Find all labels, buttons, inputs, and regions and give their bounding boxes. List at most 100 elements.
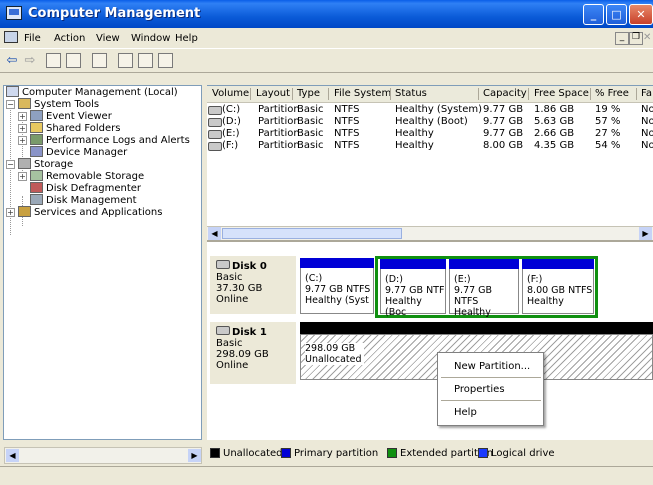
col-status[interactable]: Status	[395, 88, 427, 102]
col-capacity[interactable]: Capacity	[483, 88, 527, 102]
export-icon[interactable]	[158, 53, 173, 68]
tree-item-services[interactable]: Services and Applications	[18, 206, 162, 218]
col-file-system[interactable]: File System	[334, 88, 391, 102]
mdi-controls: _ ❐ ✕	[613, 30, 653, 46]
legend-swatch	[478, 448, 488, 458]
menu-action[interactable]: Action	[54, 33, 85, 44]
legend-swatch	[281, 448, 291, 458]
collapse-icon[interactable]: −	[6, 160, 15, 169]
cell-layout: Partition	[258, 140, 300, 151]
cell-pct: 57 %	[595, 116, 621, 127]
menu-file[interactable]: File	[24, 33, 41, 44]
tree-item-system-tools[interactable]: System Tools	[18, 98, 99, 110]
app-menu-icon[interactable]	[4, 31, 18, 43]
help-icon[interactable]	[92, 53, 107, 68]
cell-volume[interactable]: (E:)	[222, 128, 240, 139]
col-fault-tolerance[interactable]: Fa	[641, 88, 652, 102]
legend-swatch	[387, 448, 397, 458]
removable-storage-icon	[30, 170, 43, 181]
col-volume[interactable]: Volume	[212, 88, 249, 102]
cell-free: 2.66 GB	[534, 128, 575, 139]
tree-item-device-manager[interactable]: Device Manager	[30, 146, 127, 158]
cell-fs: NTFS	[334, 128, 360, 139]
scroll-right-icon[interactable]: ▶	[188, 449, 201, 462]
tree-item-removable-storage[interactable]: Removable Storage	[30, 170, 144, 182]
defragmenter-icon	[30, 182, 43, 193]
mdi-restore-icon[interactable]: ❐	[629, 32, 643, 45]
menu-view[interactable]: View	[96, 33, 120, 44]
expand-icon[interactable]: +	[18, 136, 27, 145]
expand-icon[interactable]: +	[18, 112, 27, 121]
cell-status: Healthy (Boot)	[395, 116, 468, 127]
disk-management-icon	[30, 194, 43, 205]
cell-type: Basic	[297, 104, 324, 115]
up-folder-icon[interactable]	[46, 53, 61, 68]
cell-pct: 19 %	[595, 104, 621, 115]
tree-item-event-viewer[interactable]: Event Viewer	[30, 110, 112, 122]
show-hide-tree-icon[interactable]	[66, 53, 81, 68]
menu-window[interactable]: Window	[131, 33, 170, 44]
disk1-label[interactable]: Disk 1 Basic 298.09 GB Online	[210, 322, 296, 384]
cell-volume[interactable]: (F:)	[222, 140, 238, 151]
cell-free: 1.86 GB	[534, 104, 575, 115]
refresh-icon[interactable]	[118, 53, 133, 68]
cell-fs: NTFS	[334, 140, 360, 151]
close-icon: ✕	[636, 8, 646, 21]
tree-item-storage[interactable]: Storage	[18, 158, 73, 170]
collapse-icon[interactable]: −	[6, 100, 15, 109]
tree-item-performance-logs[interactable]: Performance Logs and Alerts	[30, 134, 190, 146]
mdi-close-icon[interactable]: ✕	[643, 32, 653, 43]
properties-icon[interactable]	[138, 53, 153, 68]
cell-capacity: 9.77 GB	[483, 128, 524, 139]
scroll-left-icon[interactable]: ◀	[208, 227, 221, 240]
col-percent-free[interactable]: % Free	[595, 88, 629, 102]
close-button[interactable]: ✕	[629, 4, 653, 25]
expand-icon[interactable]: +	[18, 172, 27, 181]
computer-management-icon	[6, 6, 22, 20]
tree-item-disk-management[interactable]: Disk Management	[30, 194, 137, 206]
menu-item-new-partition[interactable]: New Partition...	[454, 361, 530, 372]
menu-help[interactable]: Help	[175, 33, 198, 44]
expand-icon[interactable]: +	[6, 208, 15, 217]
cell-fa: No	[641, 116, 653, 127]
partition-e[interactable]: (E:) 9.77 GB NTFS Healthy	[449, 259, 519, 318]
cell-status: Healthy	[395, 128, 434, 139]
tree-item-root[interactable]: Computer Management (Local)	[6, 86, 178, 98]
tree-item-disk-defragmenter[interactable]: Disk Defragmenter	[30, 182, 141, 194]
cell-volume[interactable]: (C:)	[222, 104, 240, 115]
cell-volume[interactable]: (D:)	[222, 116, 241, 127]
legend-swatch	[210, 448, 220, 458]
col-free-space[interactable]: Free Space	[534, 88, 589, 102]
cell-free: 5.63 GB	[534, 116, 575, 127]
col-type[interactable]: Type	[297, 88, 320, 102]
partition-d[interactable]: (D:) 9.77 GB NTF Healthy (Boc	[380, 259, 446, 318]
tree-item-shared-folders[interactable]: Shared Folders	[30, 122, 121, 134]
minimize-button[interactable]: _	[583, 4, 604, 25]
col-layout[interactable]: Layout	[256, 88, 290, 102]
scroll-thumb[interactable]	[222, 228, 402, 239]
services-icon	[18, 206, 31, 217]
cell-pct: 54 %	[595, 140, 621, 151]
menu-item-properties[interactable]: Properties	[454, 384, 505, 395]
cell-layout: Partition	[258, 104, 300, 115]
back-arrow-icon[interactable]: ⇦	[4, 53, 20, 69]
partition-f[interactable]: (F:) 8.00 GB NTFS Healthy	[522, 259, 594, 314]
disk0-label[interactable]: Disk 0 Basic 37.30 GB Online	[210, 256, 296, 314]
volume-list-scrollbar[interactable]: ◀ ▶	[207, 226, 653, 241]
partition-c[interactable]: (C:) 9.77 GB NTFS Healthy (Syst	[300, 258, 374, 314]
maximize-button[interactable]: □	[606, 4, 627, 25]
menu-item-help[interactable]: Help	[454, 407, 477, 418]
cell-free: 4.35 GB	[534, 140, 575, 151]
tree-horizontal-scrollbar[interactable]: ◀ ▶	[4, 447, 202, 464]
legend-label: Unallocated	[223, 448, 283, 459]
maximize-icon: □	[611, 8, 622, 21]
scroll-right-icon[interactable]: ▶	[639, 227, 652, 240]
expand-icon[interactable]: +	[18, 124, 27, 133]
mdi-minimize-icon[interactable]: _	[615, 32, 629, 45]
forward-arrow-icon[interactable]: ⇨	[22, 53, 38, 69]
cell-fa: No	[641, 128, 653, 139]
cell-layout: Partition	[258, 128, 300, 139]
cell-fa: No	[641, 104, 653, 115]
scroll-left-icon[interactable]: ◀	[6, 449, 19, 462]
cell-type: Basic	[297, 116, 324, 127]
